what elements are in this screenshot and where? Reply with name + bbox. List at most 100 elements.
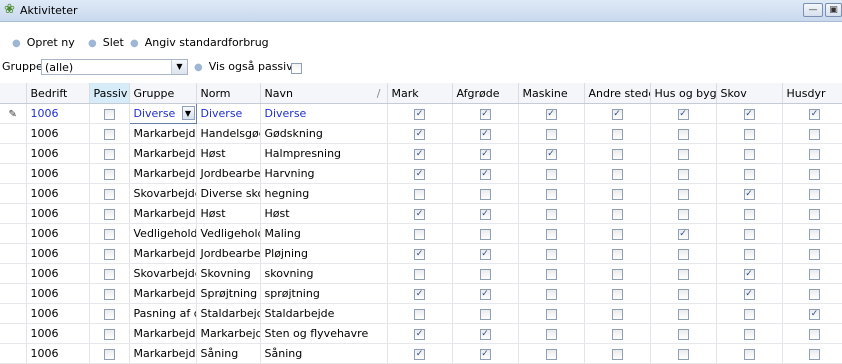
- maskine-checkbox[interactable]: [545, 268, 557, 280]
- cell-mark[interactable]: ✓: [387, 283, 453, 304]
- maskine-checkbox[interactable]: [545, 208, 557, 220]
- mark-checkbox[interactable]: [414, 228, 425, 240]
- cell-afgrode[interactable]: ✓: [452, 203, 519, 224]
- cell-bedrift[interactable]: 1006: [26, 343, 90, 364]
- cell-norm[interactable]: Diverse: [196, 103, 261, 124]
- maskine-checkbox[interactable]: ✓: [545, 148, 557, 160]
- cell-navn[interactable]: Gødskning: [260, 123, 388, 144]
- cell-navn[interactable]: Maling: [260, 223, 388, 244]
- column-header-gruppe[interactable]: Gruppe: [129, 83, 197, 104]
- andre-steder-checkbox[interactable]: [611, 148, 623, 160]
- table-row[interactable]: 1006MarkarbejdeMarkarbejdeSten og flyveh…: [0, 323, 842, 344]
- maskine-checkbox[interactable]: [545, 288, 557, 300]
- create-new-button[interactable]: ● Opret ny: [12, 36, 75, 49]
- cell-andre-steder[interactable]: [584, 123, 651, 144]
- hus-og-byg-checkbox[interactable]: [677, 348, 689, 360]
- mark-checkbox[interactable]: ✓: [414, 108, 425, 120]
- row-indicator[interactable]: [0, 303, 27, 324]
- hus-og-byg-checkbox[interactable]: [677, 128, 689, 140]
- husdyr-checkbox[interactable]: [809, 168, 820, 180]
- cell-skov[interactable]: [716, 243, 783, 264]
- andre-steder-checkbox[interactable]: [611, 348, 623, 360]
- table-row[interactable]: 1006 Skovarbejde Skovning skovning ✓: [0, 263, 842, 284]
- table-row[interactable]: 1006 SkovarbejdeDiverse skovarhegning ✓: [0, 183, 842, 204]
- cell-husdyr[interactable]: [782, 323, 842, 344]
- andre-steder-checkbox[interactable]: [611, 268, 623, 280]
- cell-hus-og-byg[interactable]: [650, 183, 717, 204]
- cell-norm[interactable]: Markarbejde: [196, 323, 261, 344]
- cell-passiv[interactable]: [89, 103, 130, 124]
- row-indicator[interactable]: [0, 323, 27, 344]
- husdyr-checkbox[interactable]: [809, 288, 820, 300]
- cell-andre-steder[interactable]: ✓: [584, 103, 651, 124]
- cell-bedrift[interactable]: 1006: [26, 223, 90, 244]
- cell-husdyr[interactable]: [782, 203, 842, 224]
- cell-passiv[interactable]: [89, 263, 130, 284]
- cell-andre-steder[interactable]: [584, 343, 651, 364]
- row-indicator[interactable]: [0, 343, 27, 364]
- afgrode-checkbox[interactable]: ✓: [479, 328, 491, 340]
- cell-navn[interactable]: Staldarbejde: [260, 303, 388, 324]
- table-row[interactable]: 1006 MarkarbejdeJordbearbejdnPløjning ✓ ✓: [0, 243, 842, 264]
- table-row[interactable]: ✎ 1006 Diverse ▼ Diverse Diverse ✓ ✓ ✓ ✓ ✓ ✓ ✓: [0, 103, 842, 124]
- cell-hus-og-byg[interactable]: ✓: [650, 103, 717, 124]
- cell-skov[interactable]: ✓: [716, 263, 783, 284]
- afgrode-checkbox[interactable]: [479, 268, 491, 280]
- afgrode-checkbox[interactable]: [479, 228, 491, 240]
- table-row[interactable]: 1006 Markarbejde Høst Høst ✓ ✓: [0, 203, 842, 224]
- cell-passiv[interactable]: [89, 323, 130, 344]
- cell-navn[interactable]: Diverse: [260, 103, 388, 124]
- andre-steder-checkbox[interactable]: [611, 208, 623, 220]
- cell-bedrift[interactable]: 1006: [26, 283, 90, 304]
- hus-og-byg-checkbox[interactable]: ✓: [677, 228, 689, 240]
- cell-bedrift[interactable]: 1006: [26, 263, 90, 284]
- chevron-down-icon[interactable]: ▼: [171, 60, 187, 74]
- cell-navn[interactable]: sprøjtning: [260, 283, 388, 304]
- mark-checkbox[interactable]: ✓: [414, 348, 425, 360]
- cell-passiv[interactable]: [89, 203, 130, 224]
- cell-mark[interactable]: ✓: [387, 103, 453, 124]
- afgrode-checkbox[interactable]: ✓: [479, 168, 491, 180]
- table-row[interactable]: 1006 Markarbejde Sprøjtning sprøjtning ✓ ✓ ✓: [0, 283, 842, 304]
- cell-gruppe[interactable]: Markarbejde: [129, 243, 197, 264]
- cell-mark[interactable]: ✓: [387, 243, 453, 264]
- skov-checkbox[interactable]: [743, 128, 755, 140]
- cell-afgrode[interactable]: ✓: [452, 343, 519, 364]
- passiv-checkbox[interactable]: [103, 108, 115, 120]
- maskine-checkbox[interactable]: [545, 228, 557, 240]
- passiv-checkbox[interactable]: [103, 288, 115, 300]
- cell-andre-steder[interactable]: [584, 283, 651, 304]
- hus-og-byg-checkbox[interactable]: [677, 328, 689, 340]
- maskine-checkbox[interactable]: [545, 308, 557, 320]
- cell-maskine[interactable]: [518, 283, 585, 304]
- husdyr-checkbox[interactable]: [809, 248, 820, 260]
- table-row[interactable]: 1006 Markarbejde Høst Halmpresning ✓ ✓ ✓: [0, 143, 842, 164]
- husdyr-checkbox[interactable]: [809, 128, 820, 140]
- afgrode-checkbox[interactable]: [479, 188, 491, 200]
- cell-mark[interactable]: ✓: [387, 123, 453, 144]
- cell-afgrode[interactable]: ✓: [452, 123, 519, 144]
- skov-checkbox[interactable]: [743, 168, 755, 180]
- cell-husdyr[interactable]: [782, 263, 842, 284]
- cell-hus-og-byg[interactable]: ✓: [650, 223, 717, 244]
- hus-og-byg-checkbox[interactable]: ✓: [677, 108, 689, 120]
- passiv-checkbox[interactable]: [103, 248, 115, 260]
- cell-husdyr[interactable]: [782, 183, 842, 204]
- cell-bedrift[interactable]: 1006: [26, 243, 90, 264]
- cell-afgrode[interactable]: ✓: [452, 143, 519, 164]
- hus-og-byg-checkbox[interactable]: [677, 268, 689, 280]
- afgrode-checkbox[interactable]: ✓: [479, 348, 491, 360]
- cell-mark[interactable]: [387, 263, 453, 284]
- row-indicator[interactable]: [0, 163, 27, 184]
- passiv-checkbox[interactable]: [103, 328, 115, 340]
- cell-bedrift[interactable]: 1006: [26, 123, 90, 144]
- skov-checkbox[interactable]: ✓: [743, 288, 755, 300]
- chevron-down-icon[interactable]: ▼: [181, 106, 195, 120]
- row-indicator[interactable]: [0, 283, 27, 304]
- cell-skov[interactable]: ✓: [716, 103, 783, 124]
- cell-andre-steder[interactable]: [584, 263, 651, 284]
- cell-hus-og-byg[interactable]: [650, 143, 717, 164]
- husdyr-checkbox[interactable]: ✓: [809, 308, 820, 320]
- cell-norm[interactable]: Vedligehold: [196, 223, 261, 244]
- passiv-checkbox[interactable]: [103, 268, 115, 280]
